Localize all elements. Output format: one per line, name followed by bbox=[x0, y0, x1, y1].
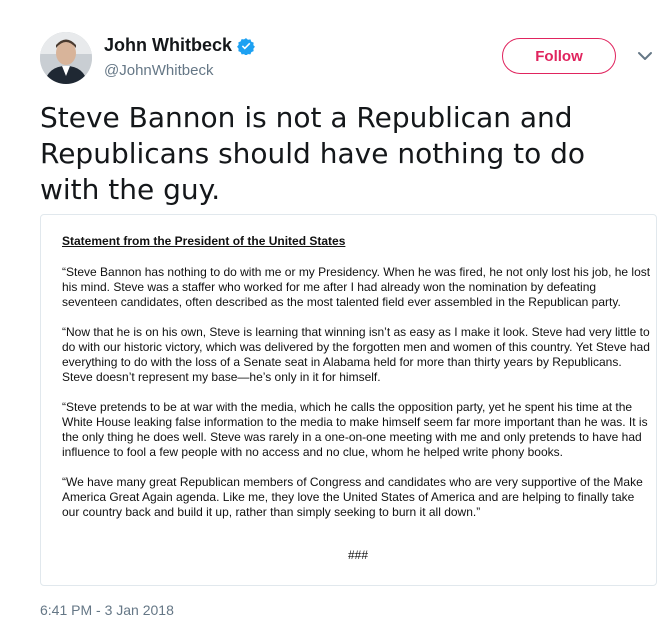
statement-paragraph: “Steve pretends to be at war with the me… bbox=[62, 400, 648, 459]
author-handle[interactable]: @JohnWhitbeck bbox=[104, 62, 213, 79]
statement-title: Statement from the President of the Unit… bbox=[62, 234, 346, 248]
statement-paragraph: “We have many great Republican members o… bbox=[62, 475, 643, 519]
statement-end-mark: ### bbox=[347, 548, 369, 562]
author-name[interactable]: John Whitbeck bbox=[104, 35, 232, 56]
follow-button[interactable]: Follow bbox=[502, 38, 616, 74]
author-name-row: John Whitbeck bbox=[104, 35, 255, 56]
statement-document: Statement from the President of the Unit… bbox=[62, 234, 654, 563]
avatar[interactable] bbox=[40, 32, 92, 84]
statement-paragraph: “Steve Bannon has nothing to do with me … bbox=[62, 265, 651, 309]
verified-badge-icon bbox=[237, 37, 255, 55]
attached-image[interactable]: Statement from the President of the Unit… bbox=[40, 214, 657, 586]
tweet-text: Steve Bannon is not a Republican and Rep… bbox=[40, 101, 586, 206]
statement-paragraph: “Now that he is on his own, Steve is lea… bbox=[62, 325, 650, 384]
chevron-down-icon[interactable] bbox=[637, 50, 653, 62]
tweet-timestamp[interactable]: 6:41 PM - 3 Jan 2018 bbox=[40, 602, 174, 618]
